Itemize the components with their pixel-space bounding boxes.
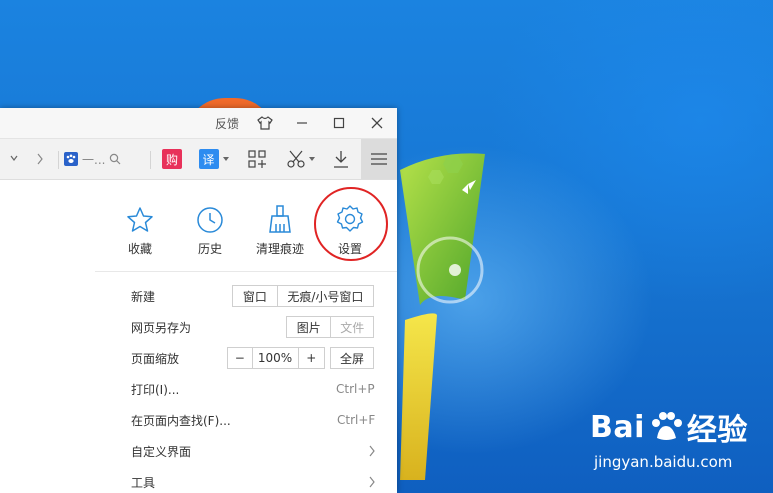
maximize-button[interactable] bbox=[327, 108, 351, 138]
clock-icon bbox=[197, 207, 223, 233]
print-label: 打印(I)... bbox=[131, 382, 180, 397]
close-icon bbox=[371, 117, 383, 129]
paw-icon bbox=[64, 152, 78, 166]
dropdown-arrow-icon bbox=[222, 157, 229, 161]
save-as-button-group: 图片 文件 bbox=[286, 316, 374, 338]
apps-grid-icon bbox=[248, 150, 266, 168]
favorites-label: 收藏 bbox=[127, 242, 152, 256]
new-window-button[interactable]: 窗口 bbox=[233, 286, 277, 306]
fullscreen-group: 全屏 bbox=[330, 347, 374, 369]
search-input[interactable]: 一... bbox=[82, 151, 105, 168]
windows-flag-logo bbox=[400, 153, 485, 480]
search-icon bbox=[110, 153, 121, 165]
title-bar: 反馈 bbox=[0, 108, 397, 139]
customize-menu-item[interactable]: 自定义界面 bbox=[131, 440, 374, 462]
chevron-down-icon bbox=[10, 155, 18, 161]
watermark-logo-text-cn: 经验 bbox=[686, 413, 748, 448]
maximize-icon bbox=[333, 117, 345, 129]
tools-label: 工具 bbox=[131, 475, 156, 490]
toolbar-divider bbox=[150, 151, 151, 169]
clear-traces-label: 清理痕迹 bbox=[255, 242, 304, 256]
shopping-button[interactable]: 购 bbox=[160, 139, 184, 179]
main-menu-button[interactable] bbox=[361, 139, 397, 179]
save-image-button[interactable]: 图片 bbox=[287, 317, 330, 337]
history-button[interactable]: 历史 bbox=[180, 202, 240, 257]
forward-button[interactable] bbox=[30, 139, 50, 179]
minimize-icon bbox=[297, 122, 307, 124]
zoom-control: − 100% + bbox=[227, 347, 325, 369]
broom-icon bbox=[269, 205, 291, 233]
find-shortcut: Ctrl+F bbox=[337, 413, 376, 427]
minimize-button[interactable] bbox=[290, 108, 314, 138]
favorites-button[interactable]: 收藏 bbox=[110, 202, 170, 257]
zoom-out-button[interactable]: − bbox=[228, 348, 252, 368]
fullscreen-button[interactable]: 全屏 bbox=[331, 348, 373, 368]
history-label: 历史 bbox=[197, 242, 222, 256]
feedback-button[interactable]: 反馈 bbox=[206, 108, 248, 138]
apps-button[interactable] bbox=[245, 139, 269, 179]
download-icon bbox=[334, 151, 348, 168]
search-box[interactable]: 一... bbox=[64, 147, 144, 171]
watermark-logo-text: Bai bbox=[590, 409, 645, 445]
chevron-right-icon bbox=[37, 153, 43, 165]
browser-toolbar: 一... 购 译 bbox=[0, 139, 397, 180]
shirt-icon bbox=[257, 116, 273, 130]
hamburger-menu-icon bbox=[371, 153, 387, 165]
watermark-url: jingyan.baidu.com bbox=[594, 453, 733, 471]
tools-menu-item[interactable]: 工具 bbox=[131, 471, 374, 493]
menu-divider bbox=[95, 271, 397, 272]
translate-icon: 译 bbox=[198, 149, 219, 169]
settings-highlight-circle bbox=[314, 187, 388, 261]
download-button[interactable] bbox=[328, 139, 354, 179]
translate-button[interactable]: 译 bbox=[196, 139, 232, 179]
find-label: 在页面内查找(F)... bbox=[131, 413, 231, 428]
print-shortcut: Ctrl+P bbox=[336, 382, 375, 396]
baidu-jingyan-watermark: Bai 经验 jingyan.baidu.com bbox=[590, 405, 748, 472]
dropdown-arrow-icon bbox=[309, 157, 315, 161]
screenshot-button[interactable] bbox=[283, 139, 319, 179]
paw-icon bbox=[651, 412, 682, 440]
toolbar-divider bbox=[58, 151, 59, 169]
scissors-icon bbox=[287, 150, 305, 168]
shopping-icon: 购 bbox=[162, 149, 182, 169]
close-button[interactable] bbox=[364, 108, 390, 138]
zoom-label: 页面缩放 bbox=[131, 351, 180, 366]
customize-label: 自定义界面 bbox=[131, 444, 192, 459]
zoom-value: 100% bbox=[251, 348, 298, 368]
save-file-button[interactable]: 文件 bbox=[330, 317, 373, 337]
skin-button[interactable] bbox=[253, 108, 277, 138]
new-private-window-button[interactable]: 无痕/小号窗口 bbox=[276, 286, 373, 306]
chevron-right-icon bbox=[369, 445, 375, 457]
new-button-group: 窗口 无痕/小号窗口 bbox=[232, 285, 374, 307]
back-button[interactable] bbox=[4, 139, 24, 179]
star-icon bbox=[127, 207, 153, 232]
chevron-right-icon bbox=[369, 476, 375, 488]
save-as-label: 网页另存为 bbox=[131, 320, 192, 335]
zoom-in-button[interactable]: + bbox=[297, 348, 324, 368]
clear-traces-button[interactable]: 清理痕迹 bbox=[250, 202, 310, 257]
new-label: 新建 bbox=[131, 289, 156, 304]
